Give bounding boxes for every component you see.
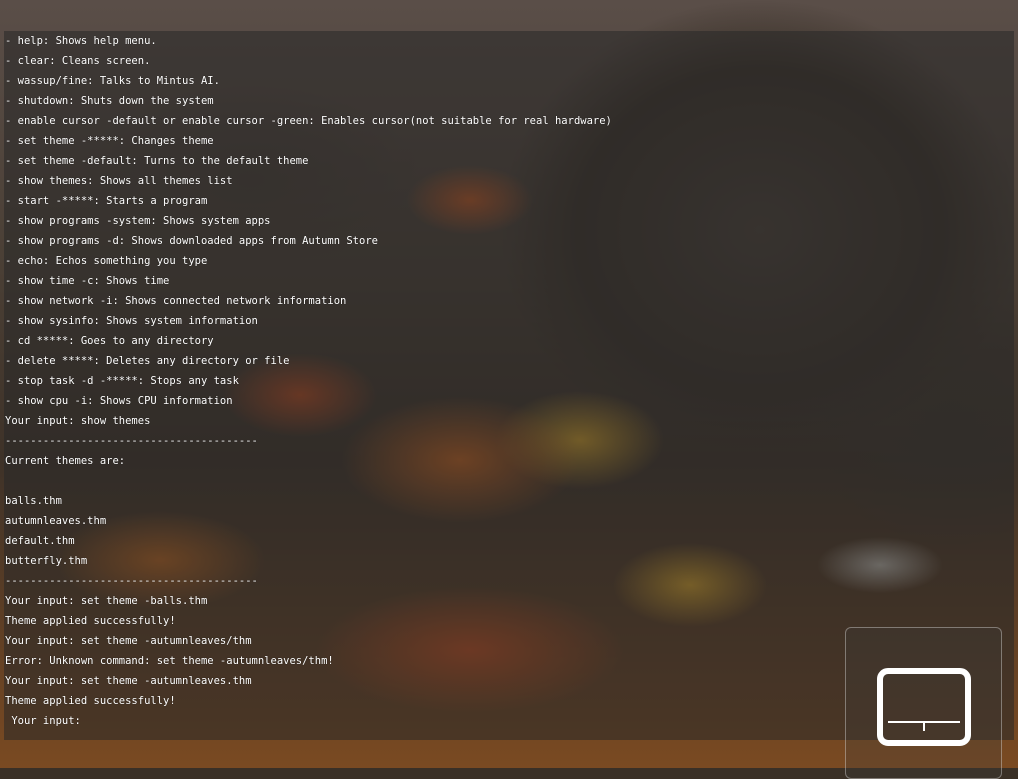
terminal-line: - echo: Echos something you type bbox=[5, 255, 208, 267]
terminal-line: autumnleaves.thm bbox=[5, 515, 107, 527]
terminal-line: - clear: Cleans screen. bbox=[5, 55, 151, 67]
terminal-line: balls.thm bbox=[5, 495, 62, 507]
terminal-line: - wassup/fine: Talks to Mintus AI. bbox=[5, 75, 220, 87]
terminal-line: - show network -i: Shows connected netwo… bbox=[5, 295, 347, 307]
terminal-separator: ---------------------------------------- bbox=[5, 435, 258, 447]
terminal-line: Theme applied successfully! bbox=[5, 615, 176, 627]
terminal-line: - stop task -d -*****: Stops any task bbox=[5, 375, 239, 387]
terminal-line: - show time -c: Shows time bbox=[5, 275, 170, 287]
terminal-line: - start -*****: Starts a program bbox=[5, 195, 208, 207]
terminal-line: - show sysinfo: Shows system information bbox=[5, 315, 258, 327]
terminal-line: - enable cursor -default or enable curso… bbox=[5, 115, 612, 127]
terminal-line: - shutdown: Shuts down the system bbox=[5, 95, 214, 107]
terminal-line: Your input: set theme -autumnleaves/thm bbox=[5, 635, 252, 647]
terminal-line: Error: Unknown command: set theme -autum… bbox=[5, 655, 334, 667]
terminal-line: - set theme -default: Turns to the defau… bbox=[5, 155, 309, 167]
terminal-line: - show programs -d: Shows downloaded app… bbox=[5, 235, 378, 247]
terminal-line: - delete *****: Deletes any directory or… bbox=[5, 355, 290, 367]
terminal-line: butterfly.thm bbox=[5, 555, 88, 567]
terminal-line: Your input: set theme -autumnleaves.thm bbox=[5, 675, 252, 687]
terminal-line: - show programs -system: Shows system ap… bbox=[5, 215, 271, 227]
terminal-line: Your input: set theme -balls.thm bbox=[5, 595, 208, 607]
terminal-line: - show themes: Shows all themes list bbox=[5, 175, 233, 187]
touchscreen-keyboard-icon[interactable] bbox=[876, 667, 972, 747]
terminal-line: default.thm bbox=[5, 535, 75, 547]
terminal-line: Theme applied successfully! bbox=[5, 695, 176, 707]
terminal-output: - help: Shows help menu. - clear: Cleans… bbox=[5, 35, 612, 735]
terminal-separator: ---------------------------------------- bbox=[5, 575, 258, 587]
terminal-line: - cd *****: Goes to any directory bbox=[5, 335, 214, 347]
terminal-line: Your input: show themes bbox=[5, 415, 151, 427]
terminal-line: - help: Shows help menu. bbox=[5, 35, 157, 47]
terminal-prompt[interactable]: Your input: bbox=[5, 715, 612, 735]
terminal-line: - show cpu -i: Shows CPU information bbox=[5, 395, 233, 407]
terminal-line: Current themes are: bbox=[5, 455, 126, 467]
terminal-line: - set theme -*****: Changes theme bbox=[5, 135, 214, 147]
